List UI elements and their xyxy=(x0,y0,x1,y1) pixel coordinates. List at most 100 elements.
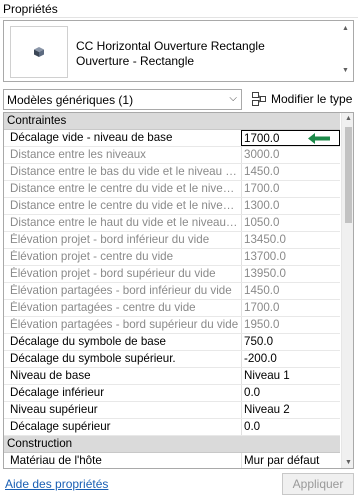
property-value: 1050.0 xyxy=(241,215,340,231)
property-value: 1700.0 xyxy=(244,132,280,145)
property-row[interactable]: Distance entre le centre du vide et le n… xyxy=(4,181,340,198)
edit-type-label: Modifier le type xyxy=(271,92,353,106)
property-row[interactable]: Élévation projet - bord supérieur du vid… xyxy=(4,266,340,283)
property-value-input[interactable]: 750.0 xyxy=(241,334,340,350)
scroll-thumb[interactable] xyxy=(345,127,352,223)
apply-button[interactable]: Appliquer xyxy=(282,473,354,495)
family-name: CC Horizontal Ouverture Rectangle xyxy=(76,39,265,53)
property-value: 13700.0 xyxy=(241,249,340,265)
property-label: Niveau supérieur xyxy=(10,403,98,416)
property-label: Décalage vide - niveau de base xyxy=(10,131,173,144)
property-label: Distance entre le bas du vide et le nive… xyxy=(10,165,239,178)
type-selector-scrollbar[interactable]: ▲ ▼ xyxy=(341,23,351,79)
property-value-select[interactable]: Niveau 2 xyxy=(241,402,340,418)
group-label: Construction xyxy=(7,437,73,450)
group-label: Contraintes xyxy=(7,114,67,127)
scroll-down-icon[interactable]: ▼ xyxy=(342,67,349,74)
property-row[interactable]: Décalage du symbole de base 750.0 xyxy=(4,334,340,351)
property-value-text: 750.0 xyxy=(244,335,274,348)
property-value-text: -200.0 xyxy=(244,352,277,365)
property-value-text: 1300.0 xyxy=(244,199,280,212)
footer: Aide des propriétés Appliquer xyxy=(0,470,358,500)
property-label: Distance entre le centre du vide et le n… xyxy=(10,182,239,195)
property-value: 1700.0 xyxy=(241,300,340,316)
property-row[interactable]: Élévation partagées - bord inférieur du … xyxy=(4,283,340,300)
property-label: Distance entre les niveaux xyxy=(10,148,146,161)
property-value: 1450.0 xyxy=(241,283,340,299)
property-label: Décalage inférieur xyxy=(10,386,105,399)
property-label: Décalage du symbole de base xyxy=(10,335,166,348)
scroll-up-icon[interactable]: ▲ xyxy=(345,115,352,122)
property-value-text: 1950.0 xyxy=(244,318,280,331)
property-row[interactable]: Distance entre le centre du vide et le n… xyxy=(4,198,340,215)
annotation-arrow-icon xyxy=(308,133,330,144)
property-row[interactable]: Distance entre les niveaux 3000.0 xyxy=(4,147,340,164)
property-row[interactable]: Distance entre le bas du vide et le nive… xyxy=(4,164,340,181)
type-name: Ouverture - Rectangle xyxy=(76,54,195,68)
property-row[interactable]: Niveau de base Niveau 1 xyxy=(4,368,340,385)
scroll-down-icon[interactable]: ▼ xyxy=(345,459,352,466)
family-thumbnail xyxy=(10,26,68,78)
property-label: Élévation projet - bord supérieur du vid… xyxy=(10,267,216,280)
property-row[interactable]: Matériau de l'hôte Mur par défaut xyxy=(4,453,340,468)
property-row[interactable]: Niveau supérieur Niveau 2 xyxy=(4,402,340,419)
property-label: Élévation partagées - centre du vide xyxy=(10,301,196,314)
property-label: Matériau de l'hôte xyxy=(10,454,102,467)
property-label: Décalage du symbole supérieur. xyxy=(10,352,176,365)
property-value-text: 1450.0 xyxy=(244,165,280,178)
group-header-construction[interactable]: Construction xyxy=(4,436,340,453)
property-value-text: 1450.0 xyxy=(244,284,280,297)
property-value: 1700.0 xyxy=(241,181,340,197)
property-label: Élévation projet - bord inférieur du vid… xyxy=(10,233,210,246)
property-value-text: 13450.0 xyxy=(244,233,286,246)
property-label: Distance entre le centre du vide et le n… xyxy=(10,199,239,212)
property-value-text: 0.0 xyxy=(244,420,261,433)
property-value-text: 13950.0 xyxy=(244,267,286,280)
edit-type-button[interactable]: Modifier le type xyxy=(249,89,354,110)
property-row[interactable]: Élévation projet - centre du vide 13700.… xyxy=(4,249,340,266)
property-label: Niveau de base xyxy=(10,369,91,382)
property-row[interactable]: Distance entre le haut du vide et le niv… xyxy=(4,215,340,232)
family-3d-icon xyxy=(34,47,44,57)
property-value-text: 0.0 xyxy=(244,386,261,399)
properties-help-link[interactable]: Aide des propriétés xyxy=(5,477,108,491)
properties-titlebar: Propriétés xyxy=(0,0,358,18)
type-selector[interactable]: CC Horizontal Ouverture Rectangle Ouvert… xyxy=(3,20,354,82)
property-row[interactable]: Décalage du symbole supérieur. -200.0 xyxy=(4,351,340,368)
property-label: Élévation projet - centre du vide xyxy=(10,250,174,263)
properties-scrollbar[interactable]: ▲ ▼ xyxy=(341,113,353,468)
property-value: 13450.0 xyxy=(241,232,340,248)
property-value-button[interactable]: Mur par défaut xyxy=(241,453,340,468)
filter-row: Modèles génériques (1) ⌵ Modifier le typ… xyxy=(3,89,354,111)
property-value-input[interactable]: -200.0 xyxy=(241,351,340,367)
property-row[interactable]: Élévation partagées - bord supérieur du … xyxy=(4,317,340,334)
edit-type-icon xyxy=(252,92,266,106)
property-row[interactable]: Décalage supérieur 0.0 xyxy=(4,419,340,436)
property-row[interactable]: Décalage inférieur 0.0 xyxy=(4,385,340,402)
property-row[interactable]: Élévation partagées - centre du vide 170… xyxy=(4,300,340,317)
scroll-up-icon[interactable]: ▲ xyxy=(342,25,349,32)
type-names: CC Horizontal Ouverture Rectangle Ouvert… xyxy=(76,39,265,69)
properties-grid: Contraintes Décalage vide - niveau de ba… xyxy=(3,112,354,469)
group-header-constraints[interactable]: Contraintes xyxy=(4,113,340,130)
property-value-text: 1700.0 xyxy=(244,182,280,195)
property-value-text: Niveau 1 xyxy=(244,369,290,382)
property-value: 13950.0 xyxy=(241,266,340,282)
property-label: Élévation partagées - bord inférieur du … xyxy=(10,284,232,297)
property-value: 1450.0 xyxy=(241,164,340,180)
property-value-select[interactable]: Niveau 1 xyxy=(241,368,340,384)
property-value: 3000.0 xyxy=(241,147,340,163)
property-label: Distance entre le haut du vide et le niv… xyxy=(10,216,239,229)
property-value-text: 13700.0 xyxy=(244,250,286,263)
property-value-text: 1050.0 xyxy=(244,216,280,229)
window-title: Propriétés xyxy=(3,2,58,16)
property-value-input[interactable]: 0.0 xyxy=(241,385,340,401)
property-value-text: Niveau 2 xyxy=(244,403,290,416)
property-value: 1950.0 xyxy=(241,317,340,333)
property-row[interactable]: Décalage vide - niveau de base 1700.0 xyxy=(4,130,340,147)
property-row[interactable]: Élévation projet - bord inférieur du vid… xyxy=(4,232,340,249)
category-filter-select[interactable]: Modèles génériques (1) ⌵ xyxy=(3,89,242,110)
property-value-input[interactable]: 0.0 xyxy=(241,419,340,435)
property-label: Décalage supérieur xyxy=(10,420,111,433)
property-value-text: 3000.0 xyxy=(244,148,280,161)
